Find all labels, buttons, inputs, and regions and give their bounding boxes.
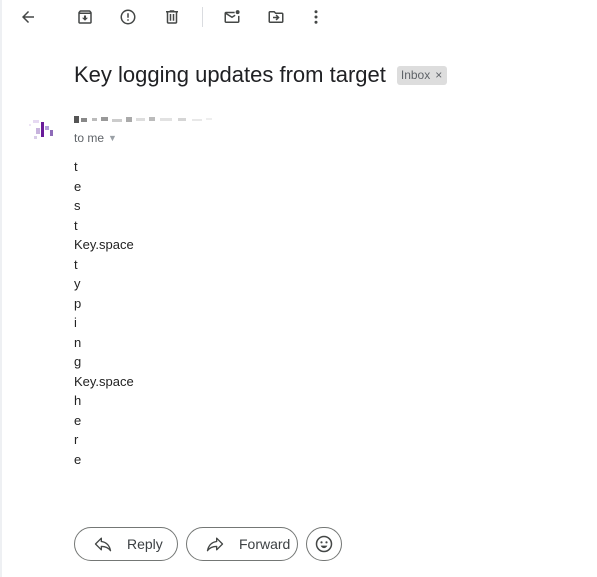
body-line: Key.space: [74, 237, 134, 252]
subject-row: Key logging updates from target Inbox ×: [74, 60, 448, 90]
body-line: t: [74, 159, 78, 174]
reply-icon: [93, 534, 113, 554]
more-options-button[interactable]: [304, 6, 328, 28]
reply-label: Reply: [127, 536, 163, 552]
move-to-button[interactable]: [264, 6, 288, 28]
body-line: t: [74, 256, 78, 272]
message-toolbar: [0, 0, 597, 34]
report-spam-icon: [120, 9, 136, 25]
inbox-label-chip[interactable]: Inbox ×: [396, 65, 448, 85]
sender-name-redacted[interactable]: [74, 112, 224, 126]
emoji-icon: [314, 534, 334, 554]
body-line: e: [74, 451, 82, 467]
body-line: h: [74, 393, 82, 408]
remove-label-icon[interactable]: ×: [435, 68, 442, 82]
body-line: r: [74, 432, 79, 447]
body-line: n: [74, 334, 82, 350]
body-line: p: [74, 295, 82, 311]
recipient-line: to me ▼: [74, 131, 117, 145]
mark-unread-button[interactable]: [220, 6, 244, 28]
body-line: y: [74, 276, 81, 291]
toolbar-divider: [202, 7, 203, 27]
archive-button[interactable]: [73, 6, 97, 28]
archive-icon: [78, 10, 92, 24]
label-text: Inbox: [400, 68, 431, 82]
body-line: t: [74, 217, 78, 233]
emoji-reaction-button[interactable]: [306, 527, 342, 561]
mark-unread-icon: [224, 10, 240, 23]
move-to-icon: [268, 11, 284, 23]
body-line: e: [74, 178, 82, 194]
delete-button[interactable]: [160, 6, 184, 28]
body-line: s: [74, 198, 81, 213]
more-vert-icon: [314, 10, 318, 24]
left-border: [0, 0, 2, 577]
forward-icon: [205, 534, 225, 554]
report-spam-button[interactable]: [116, 6, 140, 28]
back-arrow-icon: [22, 11, 34, 23]
email-subject: Key logging updates from target: [74, 62, 386, 87]
body-line: g: [74, 354, 82, 369]
delete-icon: [166, 10, 178, 24]
body-line: e: [74, 412, 82, 428]
show-details-icon[interactable]: ▼: [108, 133, 117, 143]
body-line: Key.space: [74, 373, 134, 389]
back-button[interactable]: [16, 6, 40, 28]
reply-button[interactable]: Reply: [74, 527, 178, 561]
forward-label: Forward: [239, 536, 291, 552]
recipient-text: to me: [74, 131, 105, 145]
forward-button[interactable]: Forward: [186, 527, 298, 561]
body-line: i: [74, 315, 77, 330]
sender-avatar[interactable]: [24, 112, 60, 148]
email-body: t e s t Key.space t y p i n g Key.space h e r e: [74, 157, 134, 469]
